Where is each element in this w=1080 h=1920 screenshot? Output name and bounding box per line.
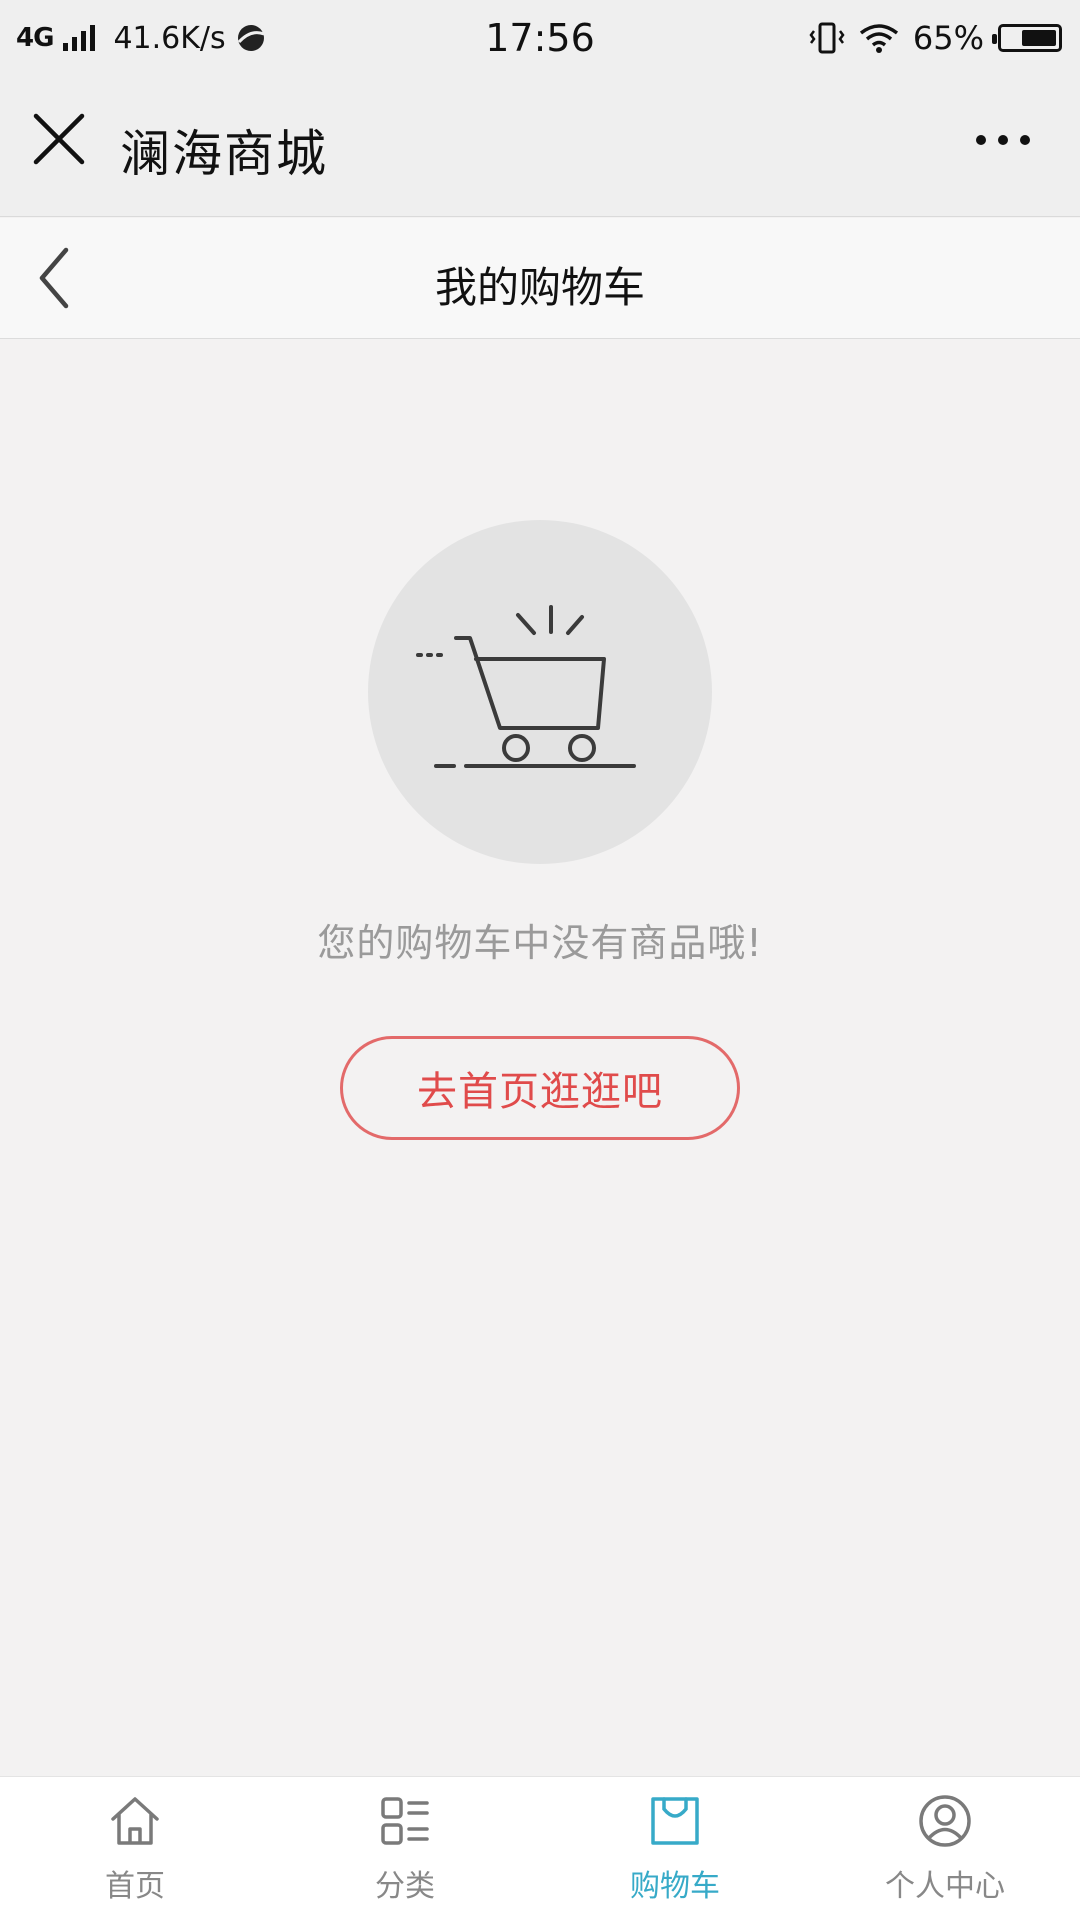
cart-bag-icon: [651, 1797, 699, 1845]
tab-cart[interactable]: 购物车: [540, 1777, 810, 1920]
wifi-icon: [859, 24, 898, 53]
user-icon: [919, 1795, 971, 1847]
empty-cart-message: 您的购物车中没有商品哦!: [317, 921, 763, 965]
tab-profile-label: 个人中心: [885, 1869, 1005, 1904]
tab-category[interactable]: 分类: [270, 1777, 540, 1920]
page-nav-bar: 我的购物车: [0, 218, 1080, 339]
battery-percent: 65%: [912, 19, 984, 57]
app-title: 澜海商城: [120, 125, 328, 183]
battery-level-fill: [1022, 30, 1056, 46]
home-icon: [111, 1797, 159, 1845]
vibrate-icon: [809, 22, 845, 54]
status-bar: 4G 41.6K/s 17:56 65%: [0, 0, 1080, 76]
tab-cart-label: 购物车: [630, 1869, 720, 1904]
battery-icon: [992, 24, 1062, 52]
tab-category-label: 分类: [375, 1869, 435, 1904]
more-icon[interactable]: [968, 120, 1038, 160]
tab-home-label: 首页: [105, 1869, 165, 1904]
go-home-button[interactable]: 去首页逛逛吧: [340, 1036, 740, 1140]
tab-profile[interactable]: 个人中心: [810, 1777, 1080, 1920]
close-icon[interactable]: [26, 106, 92, 172]
status-right: 65%: [809, 18, 1062, 58]
tab-home[interactable]: 首页: [0, 1777, 270, 1920]
page-title: 我的购物车: [434, 263, 645, 312]
cart-page: 4G 41.6K/s 17:56 65% 澜海商城 我的购物车 您的购物车中没有…: [0, 0, 1080, 1920]
category-icon: [381, 1797, 429, 1845]
bottom-tab-bar: 首页 分类 购物车 个人中心: [0, 1776, 1080, 1920]
shopping-cart-icon: [416, 605, 636, 768]
empty-cart-illustration: [368, 520, 712, 864]
app-header: 澜海商城: [0, 76, 1080, 217]
